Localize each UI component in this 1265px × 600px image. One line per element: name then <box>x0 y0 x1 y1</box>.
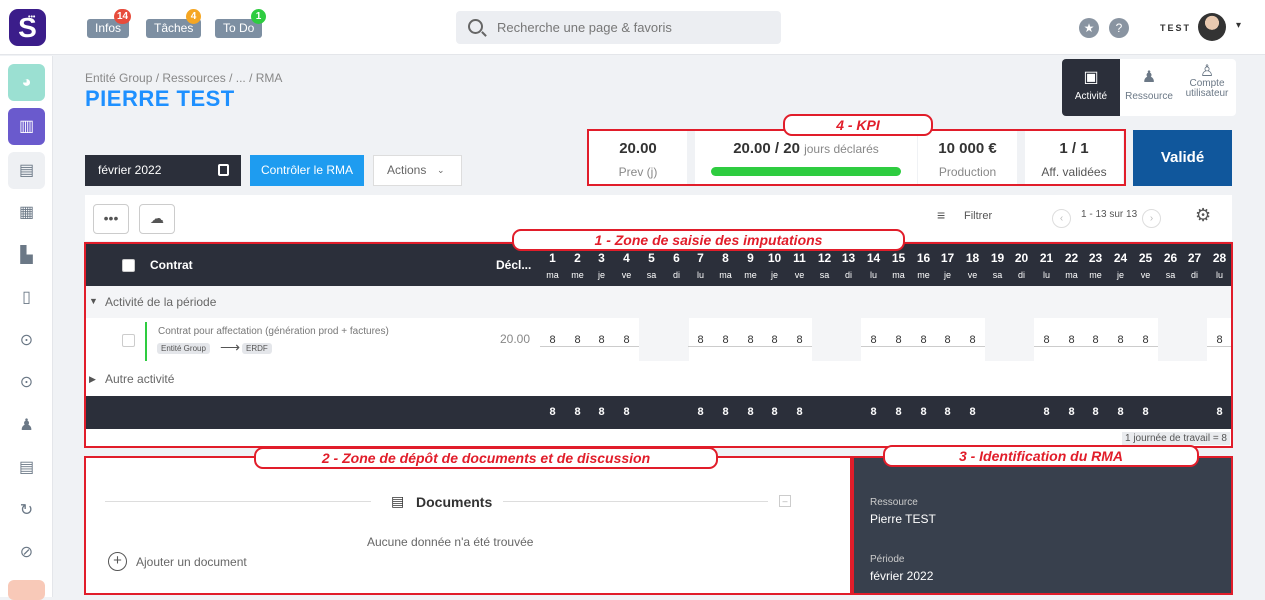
search-icon <box>468 19 483 34</box>
infos-badge: 14 <box>114 9 132 24</box>
settings-gear-icon[interactable]: ⚙ <box>1195 205 1211 226</box>
chart-icon[interactable]: ▥ <box>8 108 45 145</box>
chevron-down-icon[interactable]: ▾ <box>1236 20 1241 31</box>
filter-icon[interactable]: ≡ <box>937 207 945 223</box>
sidebar: ◕ ▥ ▤ ▦ ▙ ▯ ⊙ ⊙ ♟ ▤ ↻ ⊘ <box>0 56 53 600</box>
help-icon[interactable]: ? <box>1109 18 1129 38</box>
calendar-icon <box>218 164 229 176</box>
zone2-highlight <box>84 456 852 595</box>
right-tabs: ▣ Activité ♟ Ressource ♙ Compte utilisateur <box>1062 59 1236 116</box>
annotation-zone1: 1 - Zone de saisie des imputations <box>512 229 905 251</box>
page-title: PIERRE TEST <box>85 86 235 111</box>
zone1-highlight <box>84 242 1233 448</box>
cycle-icon[interactable]: ↻ <box>8 492 45 529</box>
search-input[interactable]: Recherche une page & favoris <box>456 11 781 44</box>
annotation-zone3: 3 - Identification du RMA <box>883 445 1199 467</box>
person-icon: ♟ <box>1141 69 1157 86</box>
euro-circle-icon[interactable]: ⊙ <box>8 364 45 401</box>
actions-dropdown[interactable]: Actions ⌄ <box>373 155 462 186</box>
tab-label: Compte utilisateur <box>1185 78 1229 99</box>
tab-label: Activité <box>1074 91 1108 102</box>
calendar-icon[interactable]: ▤ <box>8 152 45 189</box>
kpi-highlight <box>587 129 1126 186</box>
dashboard-icon[interactable]: ◕ <box>8 64 45 101</box>
avatar[interactable] <box>1198 13 1226 41</box>
breadcrumb[interactable]: Entité Group / Ressources / ... / RMA <box>85 71 282 85</box>
tab-compte-utilisateur[interactable]: ♙ Compte utilisateur <box>1178 59 1236 116</box>
favorites-star-icon[interactable]: ★ <box>1079 18 1099 38</box>
pager-text: 1 - 13 sur 13 <box>1081 209 1138 220</box>
more-icon[interactable] <box>8 580 45 600</box>
tab-ressource[interactable]: ♟ Ressource <box>1120 59 1178 116</box>
user-icon: ♙ <box>1199 63 1215 80</box>
actions-label: Actions <box>387 163 427 177</box>
annotation-zone2: 2 - Zone de dépôt de documents et de dis… <box>254 447 718 469</box>
month-value: février 2022 <box>98 163 162 177</box>
user-name[interactable]: TEST <box>1160 23 1191 33</box>
more-options-button[interactable]: ••• <box>93 204 129 234</box>
app-logo[interactable]: S ••• <box>9 9 46 46</box>
chart-doc-icon: ▣ <box>1083 69 1099 86</box>
next-page-button[interactable]: › <box>1142 209 1161 228</box>
taches-badge: 4 <box>186 9 201 24</box>
document-icon[interactable]: ▦ <box>8 194 45 231</box>
factory-icon[interactable]: ▙ <box>8 237 45 274</box>
invoice-icon[interactable]: ▤ <box>8 449 45 486</box>
top-bar: S ••• Infos 14 Tâches 4 To Do 1 Recherche… <box>0 0 1265 55</box>
analytics-icon[interactable]: ⊘ <box>8 534 45 571</box>
logo-dots-icon: ••• <box>28 14 36 21</box>
todo-badge: 1 <box>251 9 266 24</box>
euro-circle-icon[interactable]: ⊙ <box>8 322 45 359</box>
controler-rma-button[interactable]: Contrôler le RMA <box>250 155 364 186</box>
search-placeholder: Recherche une page & favoris <box>497 20 672 35</box>
annotation-kpi: 4 - KPI <box>783 114 933 136</box>
zone3-highlight <box>852 456 1233 595</box>
filter-button[interactable]: Filtrer <box>964 210 992 222</box>
tab-label: Ressource <box>1125 91 1173 102</box>
prev-page-button[interactable]: ‹ <box>1052 209 1071 228</box>
file-icon[interactable]: ▯ <box>8 279 45 316</box>
person-icon[interactable]: ♟ <box>8 407 45 444</box>
chevron-down-icon: ⌄ <box>437 165 445 175</box>
month-picker[interactable]: février 2022 <box>85 155 241 186</box>
cloud-download-icon[interactable]: ☁ <box>139 204 175 234</box>
status-badge[interactable]: Validé <box>1133 130 1232 186</box>
tab-activite[interactable]: ▣ Activité <box>1062 59 1120 116</box>
